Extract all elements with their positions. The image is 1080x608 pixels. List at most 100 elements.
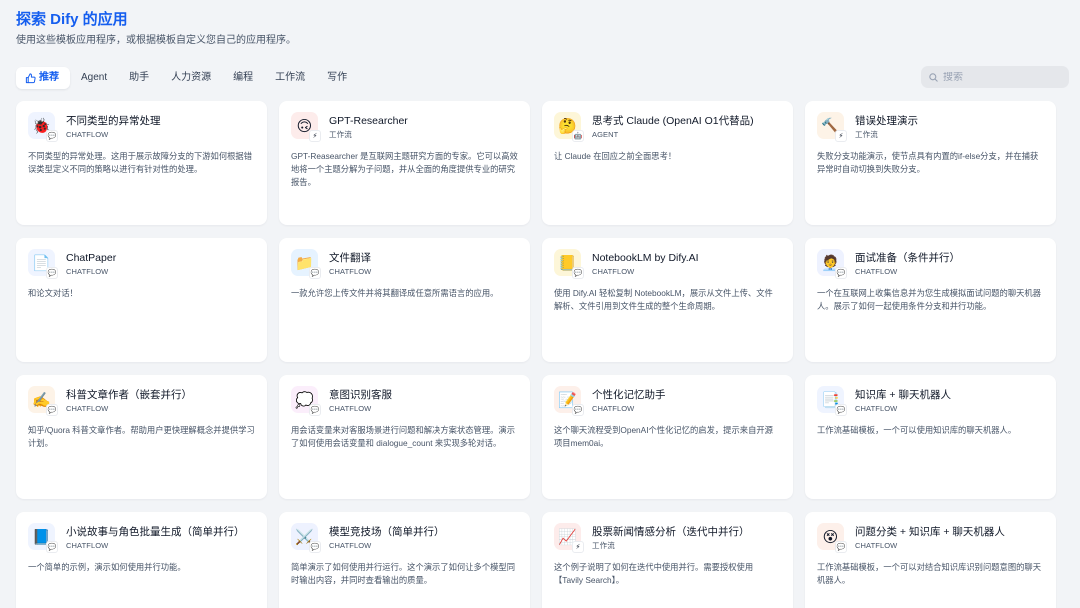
search-box[interactable] [921,66,1069,88]
card-title: 个性化记忆助手 [592,389,666,401]
app-card[interactable]: 🧑‍💼 💬 面试准备（条件并行） CHATFLOW 一个在互联网上收集信息并为您生成模拟… [805,238,1056,362]
thumbs-up-icon [25,72,36,83]
search-icon [929,72,938,82]
card-titles: 意图识别客服 CHATFLOW [329,388,392,414]
card-title: 文件翻译 [329,252,371,264]
chatflow-badge-icon: 💬 [309,267,321,279]
app-icon: 📘 💬 [28,523,58,553]
chatflow-badge-icon: 💬 [572,267,584,279]
card-titles: 科普文章作者（嵌套并行） CHATFLOW [66,388,192,414]
card-titles: 不同类型的异常处理 CHATFLOW [66,114,161,140]
chatflow-badge-icon: 💬 [46,404,58,416]
app-card[interactable]: 📈 ⚡ 股票新闻情感分析（迭代中并行） 工作流 这个例子说明了如何在迭代中使用并行。需要… [542,512,793,608]
app-icon: 📒 💬 [554,249,584,279]
app-card[interactable]: 😵 💬 问题分类 + 知识库 + 聊天机器人 CHATFLOW 工作流基础模板，一个可以… [805,512,1056,608]
card-title: GPT-Researcher [329,115,408,127]
app-icon: ⚔️ 💬 [291,523,321,553]
card-titles: GPT-Researcher 工作流 [329,114,408,140]
card-mode-label: CHATFLOW [66,404,109,413]
tab-hr[interactable]: 人力资源 [160,67,222,89]
card-mode-label: CHATFLOW [66,130,109,139]
card-titles: NotebookLM by Dify.AI CHATFLOW [592,251,699,277]
chatflow-badge-icon: 💬 [46,541,58,553]
app-card[interactable]: 🙃 ⚡ GPT-Researcher 工作流 GPT-Reasearcher 是互联网主… [279,101,530,225]
page-subtitle: 使用这些模板应用程序，或根据模板自定义您自己的应用程序。 [16,35,296,46]
card-description: 和论文对话！ [28,288,78,298]
card-header: 😵 💬 问题分类 + 知识库 + 聊天机器人 CHATFLOW [817,523,1044,553]
card-titles: 错误处理演示 工作流 [855,114,918,140]
app-card[interactable]: ⚔️ 💬 模型竞技场（简单并行） CHATFLOW 简单演示了如何使用并行运行。这个演示… [279,512,530,608]
search-input[interactable] [943,71,1063,83]
tab-programming[interactable]: 编程 [222,67,264,89]
app-icon: 🔨 ⚡ [817,112,847,142]
card-header: 🙃 ⚡ GPT-Researcher 工作流 [291,112,518,142]
card-mode-label: CHATFLOW [855,541,898,550]
card-header: 📝 💬 个性化记忆助手 CHATFLOW [554,386,781,416]
tab-label: 推荐 [39,72,59,83]
app-template-grid: 🐞 💬 不同类型的异常处理 CHATFLOW 不同类型的异常处理。这用于展示故障分支的下… [16,101,1057,608]
workflow-badge-icon: ⚡ [835,130,847,142]
card-description: 工作流基础模板，一个可以对结合知识库识别问题意图的聊天机器人。 [817,562,1042,585]
app-card[interactable]: 🤔 🤖 思考式 Claude (OpenAI O1代替品) AGENT 让 Claude… [542,101,793,225]
card-description: 让 Claude 在回应之前全面思考！ [554,151,677,161]
category-tabs: 推荐 Agent 助手 人力资源 编程 工作流 写作 [16,67,358,89]
card-header: 📈 ⚡ 股票新闻情感分析（迭代中并行） 工作流 [554,523,781,553]
card-mode-label: CHATFLOW [855,404,898,413]
card-mode-label: CHATFLOW [329,404,372,413]
card-title: 股票新闻情感分析（迭代中并行） [592,526,750,538]
agent-badge-icon: 🤖 [572,130,584,142]
chatflow-badge-icon: 💬 [46,267,58,279]
card-titles: 股票新闻情感分析（迭代中并行） 工作流 [592,525,750,551]
card-header: 📑 💬 知识库 + 聊天机器人 CHATFLOW [817,386,1044,416]
app-card[interactable]: 📘 💬 小说故事与角色批量生成（简单并行） CHATFLOW 一个简单的示例，演示如何使… [16,512,267,608]
page-title: 探索 Dify 的应用 [16,11,128,28]
card-mode-label: 工作流 [855,130,878,139]
workflow-badge-icon: ⚡ [309,130,321,142]
app-icon: 📁 💬 [291,249,321,279]
app-card[interactable]: 🐞 💬 不同类型的异常处理 CHATFLOW 不同类型的异常处理。这用于展示故障分支的下… [16,101,267,225]
tab-writing[interactable]: 写作 [316,67,358,89]
card-titles: 小说故事与角色批量生成（简单并行） CHATFLOW [66,525,245,551]
tab-workflow[interactable]: 工作流 [264,67,316,89]
card-titles: 个性化记忆助手 CHATFLOW [592,388,666,414]
app-icon: 🙃 ⚡ [291,112,321,142]
app-card[interactable]: 📝 💬 个性化记忆助手 CHATFLOW 这个聊天流程受到OpenAI个性化记忆的启发，… [542,375,793,499]
card-title: 错误处理演示 [855,115,918,127]
card-description: 这个聊天流程受到OpenAI个性化记忆的启发，提示来自开源项目mem0ai。 [554,425,773,448]
card-description: 失败分支功能演示，使节点具有内置的if-else分支，并在捕获异常时自动切换到失… [817,151,1039,174]
card-header: 📄 💬 ChatPaper CHATFLOW [28,249,255,279]
card-mode-label: 工作流 [329,130,352,139]
app-card[interactable]: 💭 💬 意图识别客服 CHATFLOW 用会话变量来对客服场景进行问题和解决方案状态管理… [279,375,530,499]
app-icon: 💭 💬 [291,386,321,416]
app-card[interactable]: 🔨 ⚡ 错误处理演示 工作流失败分支功能演示，使节点具有内置的if-else分支，并在… [805,101,1056,225]
card-description: 一款允许您上传文件并将其翻译成任意所需语言的应用。 [291,288,499,298]
app-icon: 🧑‍💼 💬 [817,249,847,279]
app-card[interactable]: 📁 💬 文件翻译 CHATFLOW 一款允许您上传文件并将其翻译成任意所需语言的应用。 [279,238,530,362]
card-title: 意图识别客服 [329,389,392,401]
tab-agent[interactable]: Agent [70,67,118,89]
card-titles: 文件翻译 CHATFLOW [329,251,371,277]
app-card[interactable]: 📑 💬 知识库 + 聊天机器人 CHATFLOW 工作流基础模板，一个可以使用知识库的聊… [805,375,1056,499]
card-description: 这个例子说明了如何在迭代中使用并行。需要授权使用【Tavily Search】。 [554,562,754,585]
card-header: 🐞 💬 不同类型的异常处理 CHATFLOW [28,112,255,142]
card-description: 用会话变量来对客服场景进行问题和解决方案状态管理。演示了如何使用会话变量和 di… [291,425,516,448]
card-title: NotebookLM by Dify.AI [592,252,699,264]
chatflow-badge-icon: 💬 [572,404,584,416]
card-header: ⚔️ 💬 模型竞技场（简单并行） CHATFLOW [291,523,518,553]
workflow-badge-icon: ⚡ [572,541,584,553]
app-icon: 📑 💬 [817,386,847,416]
card-description: 简单演示了如何使用并行运行。这个演示了如何让多个模型同时输出内容，并同时查看输出… [291,562,516,585]
app-card[interactable]: 📒 💬 NotebookLM by Dify.AI CHATFLOW 使用 Dify.A… [542,238,793,362]
card-description: 不同类型的异常处理。这用于展示故障分支的下游如何根据错误类型定义不同的策略以进行… [28,151,253,174]
card-description: 一个简单的示例，演示如何使用并行功能。 [28,562,186,572]
app-card[interactable]: ✍️ 💬 科普文章作者（嵌套并行） CHATFLOW 知乎/Quora 科普文章作者。帮… [16,375,267,499]
tab-recommended[interactable]: 推荐 [16,67,70,89]
app-card[interactable]: 📄 💬 ChatPaper CHATFLOW 和论文对话！ [16,238,267,362]
card-mode-label: CHATFLOW [855,267,898,276]
chatflow-badge-icon: 💬 [835,404,847,416]
app-icon: 📄 💬 [28,249,58,279]
card-title: 小说故事与角色批量生成（简单并行） [66,526,245,538]
card-titles: 知识库 + 聊天机器人 CHATFLOW [855,388,951,414]
tab-assistant[interactable]: 助手 [118,67,160,89]
app-icon: 📝 💬 [554,386,584,416]
